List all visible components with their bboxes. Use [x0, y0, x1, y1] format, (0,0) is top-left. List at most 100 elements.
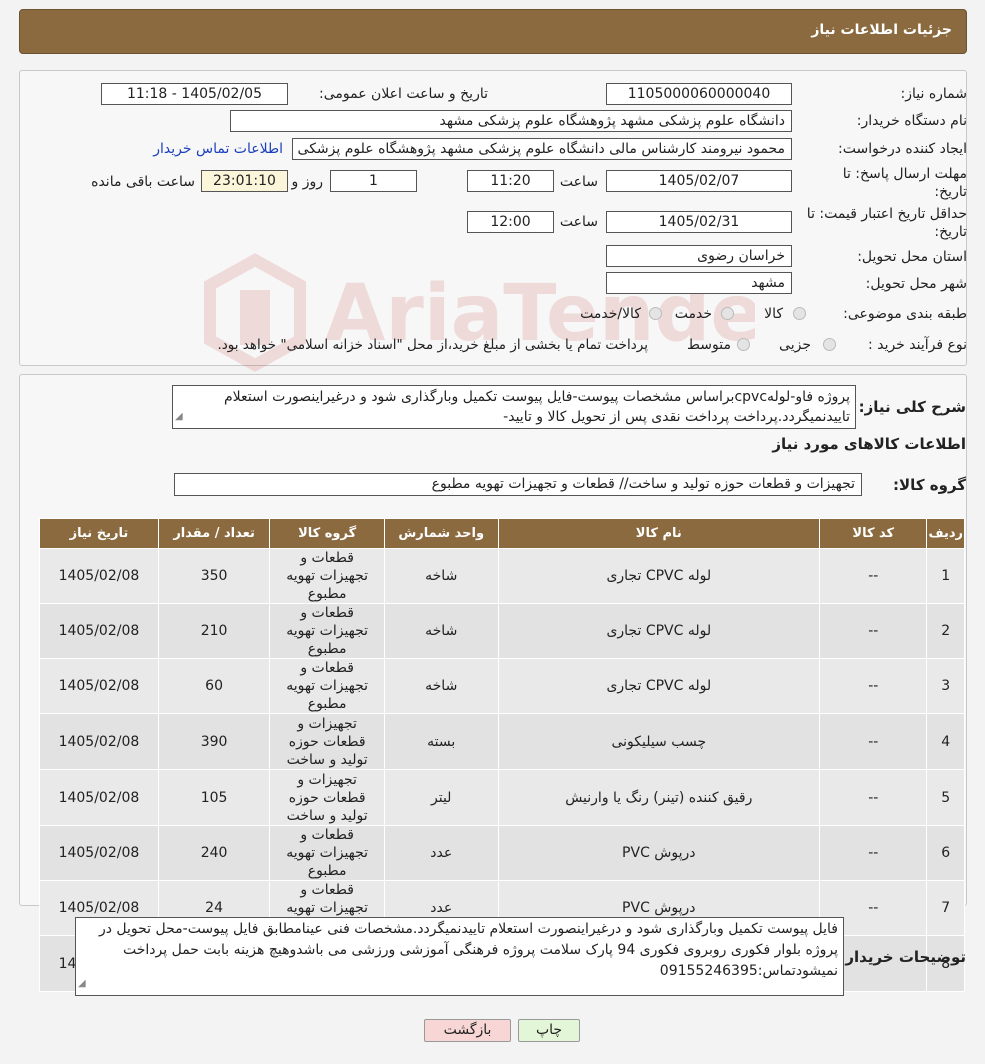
cell-item-qty: 350 — [157, 548, 271, 604]
category-radio-service[interactable] — [721, 307, 734, 320]
validity-date-field: 1405/02/31 — [606, 211, 792, 233]
announce-datetime-field: 1405/02/05 - 11:18 — [101, 83, 288, 105]
table-row: 5 -- رقیق کننده (تینر) رنگ یا وارنیش لیتر تج… — [39, 769, 965, 826]
cell-item-qty: 60 — [157, 658, 271, 714]
cell-item-date: 1405/02/08 — [39, 548, 159, 604]
buyer-field: دانشگاه علوم پزشکی مشهد پژوهشگاه علوم پز… — [230, 110, 792, 132]
buyer-notes-label: توضیحات خریدار: — [839, 948, 966, 966]
cell-row-number: 5 — [926, 769, 965, 826]
remaining-label: ساعت باقی مانده — [91, 174, 195, 190]
creator-label: ایجاد کننده درخواست: — [838, 141, 967, 157]
buyer-contact-link[interactable]: اطلاعات تماس خریدار — [153, 141, 283, 157]
cell-row-number: 2 — [926, 603, 965, 659]
category-radio-goods[interactable] — [793, 307, 806, 320]
cell-row-number: 6 — [926, 825, 965, 881]
table-row: 4 -- چسب سیلیکونی بسته تجهیزات و قطعات حوزه … — [39, 713, 965, 770]
cell-item-unit: عدد — [383, 825, 499, 881]
page-header: جزئیات اطلاعات نیاز — [19, 9, 967, 54]
days-label: روز و — [291, 174, 324, 190]
category-radio-goods-service[interactable] — [649, 307, 662, 320]
cell-item-group: تجهیزات و قطعات حوزه تولید و ساخت — [269, 713, 385, 770]
process-radio-medium[interactable] — [737, 338, 750, 351]
table-row: 1 -- لوله CPVC تجاری شاخه قطعات و تجهیزات ته… — [39, 548, 965, 604]
summary-label: شرح کلی نیاز: — [858, 398, 966, 416]
cell-item-date: 1405/02/08 — [39, 825, 159, 881]
creator-field: محمود نیرومند کارشناس مالی دانشگاه علوم … — [292, 138, 792, 160]
goods-group-field: تجهیزات و قطعات حوزه تولید و ساخت// قطعا… — [174, 473, 862, 496]
resize-grip-icon[interactable]: ◢ — [175, 407, 183, 427]
col-header-name: نام کالا — [497, 518, 821, 549]
cell-row-number: 3 — [926, 658, 965, 714]
deadline-label: مهلت ارسال پاسخ: تا — [842, 166, 967, 182]
remaining-time-field: 23:01:10 — [201, 170, 288, 192]
resize-grip-icon[interactable]: ◢ — [78, 973, 86, 994]
buyer-label: نام دستگاه خریدار: — [856, 113, 967, 129]
cell-item-unit: شاخه — [383, 548, 499, 604]
validity-label-date: تاریخ: — [934, 224, 967, 240]
city-field: مشهد — [606, 272, 792, 294]
cell-item-qty: 240 — [157, 825, 271, 881]
category-option-goods: کالا — [764, 306, 783, 322]
deadline-label-date: تاریخ: — [934, 184, 967, 200]
cell-item-date: 1405/02/08 — [39, 769, 159, 826]
cell-item-name: لوله CPVC تجاری — [497, 603, 821, 659]
deadline-date-field: 1405/02/07 — [606, 170, 792, 192]
col-header-row: ردیف — [926, 518, 965, 549]
col-header-unit: واحد شمارش — [383, 518, 499, 549]
cell-item-qty: 105 — [157, 769, 271, 826]
col-header-group: گروه کالا — [269, 518, 385, 549]
cell-item-group: قطعات و تجهیزات تهویه مطبوع — [269, 658, 385, 714]
cell-item-date: 1405/02/08 — [39, 713, 159, 770]
need-number-label: شماره نیاز: — [900, 86, 968, 102]
cell-item-unit: شاخه — [383, 658, 499, 714]
cell-row-number: 4 — [926, 713, 965, 770]
deadline-time-label: ساعت — [559, 174, 598, 190]
province-label: استان محل تحویل: — [857, 249, 967, 265]
summary-textarea[interactable]: پروژه فاو-لولهcpvcبراساس مشخصات پیوست-فا… — [172, 385, 856, 429]
validity-time-field: 12:00 — [467, 211, 554, 233]
cell-item-code: -- — [819, 713, 928, 770]
buyer-notes-text: فایل پیوست تکمیل وبارگذاری شود و درغیرای… — [98, 921, 838, 979]
cell-item-code: -- — [819, 603, 928, 659]
print-button[interactable]: چاپ — [518, 1019, 580, 1042]
cell-item-group: قطعات و تجهیزات تهویه مطبوع — [269, 825, 385, 881]
cell-item-qty: 390 — [157, 713, 271, 770]
cell-item-group: قطعات و تجهیزات تهویه مطبوع — [269, 548, 385, 604]
table-row: 6 -- درپوش PVC عدد قطعات و تجهیزات تهویه مطب… — [39, 825, 965, 881]
cell-row-number: 7 — [926, 880, 965, 936]
validity-label: حداقل تاریخ اعتبار قیمت: تا — [806, 206, 967, 222]
cell-item-unit: بسته — [383, 713, 499, 770]
process-label: نوع فرآیند خرید : — [868, 337, 967, 353]
cell-item-name: رقیق کننده (تینر) رنگ یا وارنیش — [497, 769, 821, 826]
process-option-medium: متوسط — [687, 337, 731, 353]
cell-item-name: چسب سیلیکونی — [497, 713, 821, 770]
cell-row-number: 1 — [926, 548, 965, 604]
col-header-date: تاریخ نیاز — [39, 518, 159, 549]
cell-item-date: 1405/02/08 — [39, 658, 159, 714]
cell-item-code: -- — [819, 769, 928, 826]
province-field: خراسان رضوی — [606, 245, 792, 267]
need-number-field: 1105000060000040 — [606, 83, 792, 105]
cell-item-unit: شاخه — [383, 603, 499, 659]
process-radio-partial[interactable] — [823, 338, 836, 351]
cell-item-unit: لیتر — [383, 769, 499, 826]
back-button[interactable]: بازگشت — [424, 1019, 511, 1042]
table-header-row: ردیف کد کالا نام کالا واحد شمارش گروه کا… — [39, 518, 965, 549]
deadline-time-field: 11:20 — [467, 170, 554, 192]
buyer-notes-textarea[interactable]: فایل پیوست تکمیل وبارگذاری شود و درغیرای… — [75, 917, 844, 996]
table-row: 3 -- لوله CPVC تجاری شاخه قطعات و تجهیزات ته… — [39, 658, 965, 714]
days-remaining-field: 1 — [330, 170, 417, 192]
cell-item-name: درپوش PVC — [497, 825, 821, 881]
page-title: جزئیات اطلاعات نیاز — [811, 22, 952, 38]
category-label: طبقه بندی موضوعی: — [843, 306, 967, 322]
process-option-partial: جزیی — [779, 337, 811, 353]
cell-item-name: لوله CPVC تجاری — [497, 658, 821, 714]
announce-label: تاریخ و ساعت اعلان عمومی: — [319, 86, 488, 102]
cell-item-date: 1405/02/08 — [39, 603, 159, 659]
summary-text: پروژه فاو-لولهcpvcبراساس مشخصات پیوست-فا… — [224, 389, 850, 425]
validity-time-label: ساعت — [559, 214, 598, 230]
category-option-service: خدمت — [674, 306, 712, 322]
table-row: 2 -- لوله CPVC تجاری شاخه قطعات و تجهیزات ته… — [39, 603, 965, 659]
cell-item-group: تجهیزات و قطعات حوزه تولید و ساخت — [269, 769, 385, 826]
cell-item-code: -- — [819, 825, 928, 881]
